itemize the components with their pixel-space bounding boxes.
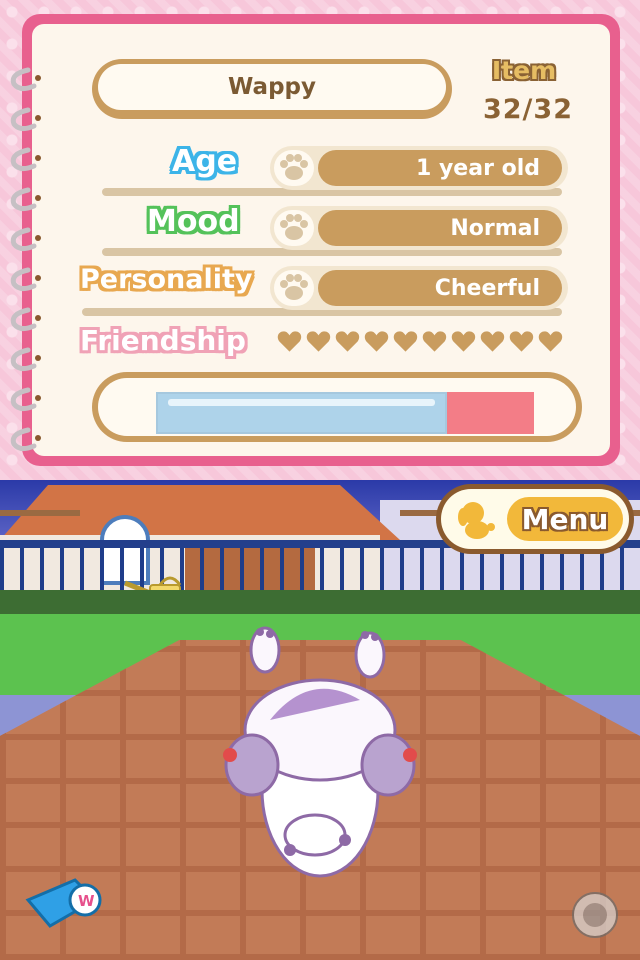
heart-icon — [277, 331, 302, 352]
item-label: Item — [491, 56, 557, 85]
garden-scene: Menu W — [0, 480, 640, 960]
heart-icon — [364, 331, 389, 352]
mood-field: Normal — [270, 206, 568, 250]
spiral-binding — [10, 67, 41, 452]
heart-icon — [509, 331, 534, 352]
menu-button[interactable]: Menu — [436, 484, 634, 554]
status-notebook: Wappy Item 32/32 Age 1 year old Mood Nor… — [10, 14, 620, 466]
heart-icon — [306, 331, 331, 352]
dog-icon — [458, 502, 495, 539]
gauge-track — [156, 392, 534, 434]
mood-value: Normal — [318, 210, 562, 246]
age-value: 1 year old — [318, 150, 562, 186]
mood-label: Mood — [147, 204, 240, 239]
paw-icon — [274, 210, 314, 246]
paw-icon — [274, 150, 314, 186]
svg-text:W: W — [78, 892, 95, 910]
heart-icon — [480, 331, 505, 352]
pet-dog[interactable] — [210, 620, 430, 900]
friendship-hearts — [276, 328, 564, 355]
menu-label: Menu — [507, 497, 623, 541]
friendship-label: Friendship — [80, 324, 246, 357]
personality-field: Cheerful — [270, 266, 568, 310]
hedge — [0, 590, 640, 614]
friendship-gauge — [92, 372, 582, 442]
pet-name-box: Wappy — [92, 59, 452, 119]
personality-value: Cheerful — [318, 270, 562, 306]
watermark-seal — [572, 892, 618, 938]
heart-icon — [335, 331, 360, 352]
game-screen: Wappy Item 32/32 Age 1 year old Mood Nor… — [0, 0, 640, 960]
item-count: 32/32 — [482, 94, 573, 125]
heart-icon — [393, 331, 418, 352]
notebook-page: Wappy Item 32/32 Age 1 year old Mood Nor… — [10, 24, 610, 456]
heart-icon — [538, 331, 563, 352]
gauge-fill — [156, 392, 448, 434]
wooden-shelf — [0, 510, 80, 516]
age-field: 1 year old — [270, 146, 568, 190]
heart-icon — [451, 331, 476, 352]
heart-icon — [422, 331, 447, 352]
paw-icon — [274, 270, 314, 306]
personality-label: Personality — [80, 264, 253, 295]
pet-name: Wappy — [98, 64, 446, 110]
status-screen: Wappy Item 32/32 Age 1 year old Mood Nor… — [0, 0, 640, 480]
age-label: Age — [172, 144, 238, 179]
whistle-icon[interactable]: W — [20, 860, 110, 940]
